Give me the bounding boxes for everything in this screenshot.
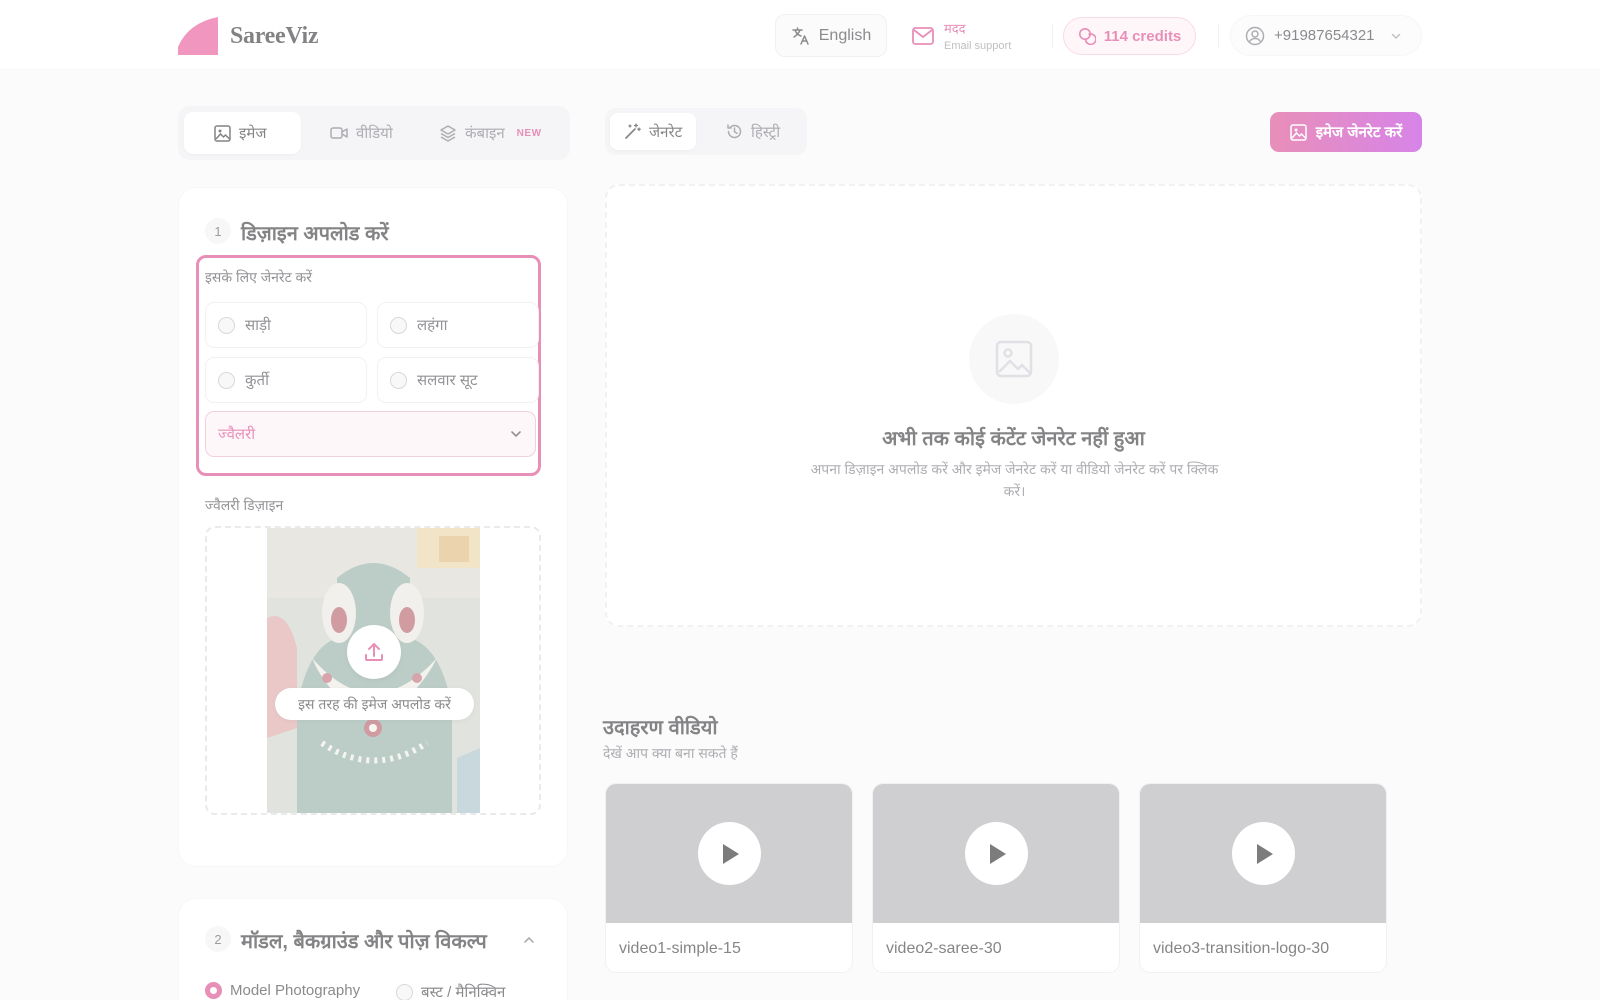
generate-for-group: इसके लिए जेनरेट करें साड़ी लहंगा कुर्ती … xyxy=(196,255,541,476)
credits-label: 114 credits xyxy=(1103,27,1182,45)
video-name: video1-simple-15 xyxy=(619,940,741,957)
chevron-up-icon[interactable] xyxy=(522,933,536,947)
generate-image-button[interactable]: इमेज जेनरेट करें xyxy=(1270,112,1422,152)
mail-icon xyxy=(912,26,934,45)
video-name: video2-saree-30 xyxy=(886,940,1002,957)
option-model-photography-label: Model Photography xyxy=(230,982,361,999)
credits-badge[interactable]: 114 credits xyxy=(1063,17,1196,55)
example-video-card[interactable]: video1-simple-15 xyxy=(605,783,853,973)
example-video-card[interactable]: video3-transition-logo-30 xyxy=(1139,783,1387,973)
option-lehenga[interactable]: लहंगा xyxy=(377,302,539,348)
generate-image-label: इमेज जेनरेट करें xyxy=(1315,124,1403,141)
language-button[interactable]: English xyxy=(775,14,887,57)
empty-title: अभी तक कोई कंटेंट जेनरेट नहीं हुआ xyxy=(882,428,1145,450)
tab-image-label: इमेज xyxy=(239,125,267,142)
step1-number: 1 xyxy=(205,218,231,244)
logo-mark-icon xyxy=(178,17,218,55)
option-lehenga-label: लहंगा xyxy=(417,317,448,334)
tab-video-label: वीडियो xyxy=(356,125,393,142)
empty-image-icon xyxy=(969,314,1059,404)
divider xyxy=(1218,24,1219,48)
category-select-value: ज्वैलरी xyxy=(218,426,256,443)
brand-logo[interactable]: SareeViz xyxy=(178,17,319,55)
radio-dot xyxy=(390,371,407,389)
examples-subtitle: देखें आप क्या बना सकते हैं xyxy=(603,745,738,761)
examples-title: उदाहरण वीडियो xyxy=(603,717,718,739)
jewelry-design-label: ज्वैलरी डिज़ाइन xyxy=(205,497,284,513)
tab-image[interactable]: इमेज xyxy=(184,112,301,154)
play-icon xyxy=(722,843,739,864)
upload-hint: इस तरह की इमेज अपलोड करें xyxy=(275,688,474,720)
radio-dot xyxy=(396,983,413,1000)
video-thumbnail xyxy=(873,784,1119,923)
option-bust-mannequin-label: बस्ट / मैनिक्विन xyxy=(421,984,506,1000)
help-sublabel: Email support xyxy=(944,40,1012,52)
output-panel: अभी तक कोई कंटेंट जेनरेट नहीं हुआ अपना ड… xyxy=(605,184,1422,627)
divider xyxy=(1052,24,1053,48)
chevron-down-icon xyxy=(511,431,521,438)
help-label: मदद xyxy=(944,21,966,36)
radio-dot xyxy=(218,316,235,334)
tab-generate-label: जेनरेट xyxy=(649,123,683,141)
play-button[interactable] xyxy=(965,822,1028,885)
category-select[interactable]: ज्वैलरी xyxy=(205,411,536,457)
user-icon xyxy=(1245,26,1265,45)
tab-combine[interactable]: कंबाइन NEW xyxy=(425,112,556,154)
top-header: SareeViz English मदद Email support 114 c… xyxy=(0,0,1600,70)
option-saree[interactable]: साड़ी xyxy=(205,302,367,348)
generate-for-label: इसके लिए जेनरेट करें xyxy=(205,269,313,285)
tab-video[interactable]: वीडियो xyxy=(316,112,407,154)
step2-number: 2 xyxy=(205,926,231,952)
play-button[interactable] xyxy=(698,822,761,885)
example-video-card[interactable]: video2-saree-30 xyxy=(872,783,1120,973)
image-icon xyxy=(1289,123,1307,141)
tab-combine-label: कंबाइन xyxy=(465,125,505,142)
option-salwar-suit[interactable]: सलवार सूट xyxy=(377,357,539,403)
language-label: English xyxy=(818,26,872,44)
radio-dot xyxy=(390,316,407,334)
tab-generate[interactable]: जेनरेट xyxy=(610,113,697,150)
radio-dot xyxy=(218,371,235,389)
option-salwar-suit-label: सलवार सूट xyxy=(417,372,478,389)
new-badge: NEW xyxy=(516,127,542,139)
upload-arrow-icon xyxy=(365,643,383,661)
chevron-down-icon xyxy=(1391,33,1400,39)
step1-title: डिज़ाइन अपलोड करें xyxy=(241,223,389,245)
video-thumbnail xyxy=(1140,784,1386,923)
radio-selected xyxy=(205,982,222,999)
help-link[interactable]: मदद Email support xyxy=(912,19,1011,52)
coins-icon xyxy=(1078,28,1096,45)
option-bust-mannequin[interactable]: बस्ट / मैनिक्विन xyxy=(396,982,505,1000)
translate-icon xyxy=(792,26,809,45)
upload-icon[interactable] xyxy=(347,625,401,679)
play-button[interactable] xyxy=(1232,822,1295,885)
option-kurti-label: कुर्ती xyxy=(245,372,269,389)
layers-icon xyxy=(440,125,456,142)
mode-tabs: इमेज वीडियो कंबाइन NEW xyxy=(178,106,570,160)
play-icon xyxy=(989,843,1006,864)
image-placeholder-icon xyxy=(995,340,1033,378)
option-model-photography[interactable]: Model Photography xyxy=(205,982,360,999)
tab-history[interactable]: हिस्ट्री xyxy=(712,113,794,150)
image-icon xyxy=(214,124,231,142)
video-icon xyxy=(330,127,348,139)
user-menu[interactable]: +91987654321 xyxy=(1230,15,1422,56)
magic-wand-icon xyxy=(625,123,641,139)
output-tabs: जेनरेट हिस्ट्री xyxy=(605,108,807,155)
video-thumbnail xyxy=(606,784,852,923)
upload-dropzone[interactable]: इस तरह की इमेज अपलोड करें xyxy=(205,526,541,815)
option-kurti[interactable]: कुर्ती xyxy=(205,357,367,403)
history-icon xyxy=(727,124,742,139)
tab-history-label: हिस्ट्री xyxy=(751,123,781,141)
empty-description: अपना डिज़ाइन अपलोड करें और इमेज जेनरेट क… xyxy=(810,461,1219,499)
video-name: video3-transition-logo-30 xyxy=(1153,940,1330,957)
option-saree-label: साड़ी xyxy=(245,317,271,334)
user-phone: +91987654321 xyxy=(1274,27,1375,44)
step2-title: मॉडल, बैकग्राउंड और पोज़ विकल्प xyxy=(241,931,487,953)
brand-name: SareeViz xyxy=(230,22,319,49)
play-icon xyxy=(1256,843,1273,864)
